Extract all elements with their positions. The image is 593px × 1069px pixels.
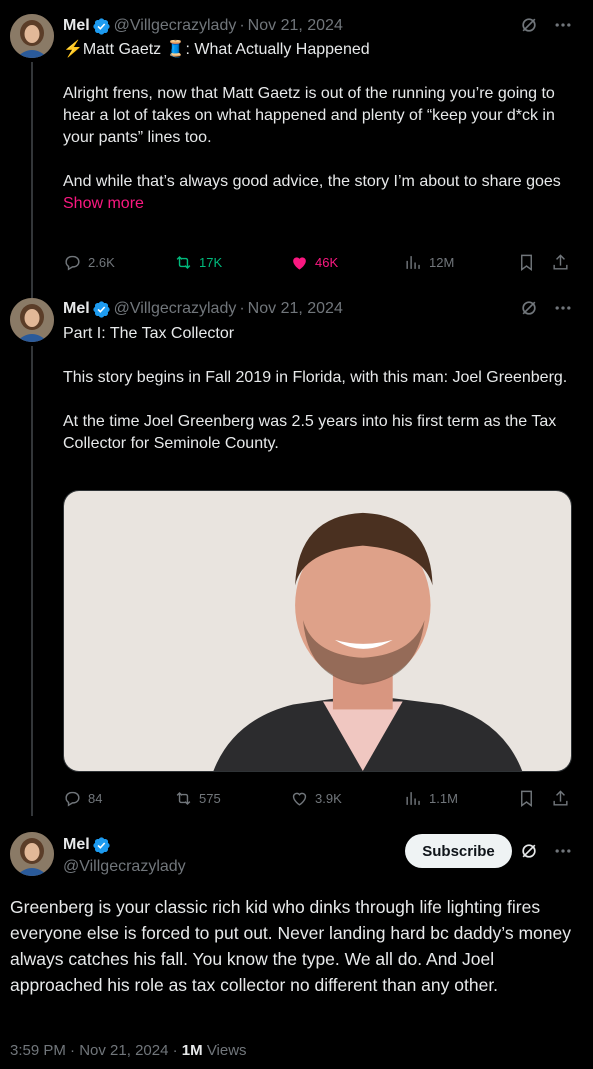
repost-icon bbox=[176, 791, 191, 805]
bookmark-icon bbox=[521, 254, 532, 271]
subscribe-button[interactable]: Subscribe bbox=[405, 834, 512, 868]
avatar[interactable] bbox=[10, 298, 54, 342]
reply-button[interactable]: 2.6K bbox=[63, 251, 115, 273]
tweet-text: Part I: The Tax Collector This story beg… bbox=[63, 323, 568, 455]
more-icon[interactable] bbox=[553, 841, 573, 861]
bookmark-button[interactable] bbox=[517, 251, 536, 273]
tweet-actions: 2.6K 17K 46K 12M bbox=[63, 251, 573, 273]
tweet-date[interactable]: Nov 21, 2024 bbox=[248, 300, 343, 318]
tweet-header: Mel @Villgecrazylady · Nov 21, 2024 bbox=[63, 298, 343, 320]
tweet-time[interactable]: 3:59 PM bbox=[10, 1042, 66, 1059]
tweet-actions: 84 575 3.9K 1.1M bbox=[63, 787, 573, 809]
share-button[interactable] bbox=[551, 251, 570, 273]
repost-button[interactable]: 575 bbox=[174, 787, 221, 809]
more-icon[interactable] bbox=[553, 15, 573, 35]
separator: · bbox=[239, 17, 245, 34]
tweet-top-icons bbox=[519, 298, 573, 318]
views-button[interactable]: 1.1M bbox=[404, 787, 458, 809]
tweet-header: Mel @Villgecrazylady · Nov 21, 2024 bbox=[63, 15, 343, 37]
repost-icon bbox=[176, 255, 191, 269]
like-button[interactable]: 3.9K bbox=[290, 787, 342, 809]
views-button[interactable]: 12M bbox=[404, 251, 454, 273]
main-tweet-text: Greenberg is your classic rich kid who d… bbox=[10, 897, 571, 995]
grok-icon[interactable] bbox=[519, 841, 539, 861]
tweet-date[interactable]: Nov 21, 2024 bbox=[79, 1042, 168, 1059]
tweet-paragraph: Alright frens, now that Matt Gaetz is ou… bbox=[63, 85, 555, 146]
reply-count: 2.6K bbox=[88, 254, 115, 270]
reply-icon bbox=[65, 255, 80, 270]
bookmark-button[interactable] bbox=[517, 787, 536, 809]
like-count: 46K bbox=[315, 254, 339, 270]
tweet-title: ⚡Matt Gaetz 🧵: What Actually Happened bbox=[63, 41, 370, 58]
views-count: 12M bbox=[429, 254, 455, 270]
verified-badge-icon bbox=[93, 300, 110, 318]
reply-count: 84 bbox=[88, 790, 103, 806]
share-icon bbox=[553, 253, 568, 270]
author-handle[interactable]: @Villgecrazylady bbox=[114, 17, 237, 35]
like-button[interactable]: 46K bbox=[290, 251, 338, 273]
repost-button[interactable]: 17K bbox=[174, 251, 222, 273]
thread-line bbox=[31, 62, 33, 298]
reply-icon bbox=[65, 791, 80, 806]
like-icon bbox=[293, 256, 306, 270]
tweet-paragraph: And while that’s always good advice, the… bbox=[63, 173, 561, 190]
avatar[interactable] bbox=[10, 14, 54, 58]
main-tweet-top-icons bbox=[519, 841, 573, 861]
views-icon bbox=[406, 791, 420, 805]
views-count: 1M bbox=[181, 1042, 203, 1059]
more-icon[interactable] bbox=[553, 298, 573, 318]
author-name[interactable]: Mel bbox=[63, 300, 90, 318]
views-icon bbox=[406, 255, 420, 269]
tweet-paragraph: At the time Joel Greenberg was 2.5 years… bbox=[63, 413, 557, 452]
verified-badge-icon bbox=[93, 836, 110, 854]
separator: · bbox=[172, 1042, 178, 1059]
separator: · bbox=[239, 300, 245, 317]
share-icon bbox=[553, 789, 568, 806]
author-handle[interactable]: @Villgecrazylady bbox=[63, 856, 186, 878]
separator: · bbox=[70, 1042, 76, 1059]
tweet-top-icons bbox=[519, 15, 573, 35]
like-icon bbox=[292, 792, 307, 806]
views-label: Views bbox=[206, 1042, 247, 1059]
grok-icon[interactable] bbox=[519, 298, 539, 318]
verified-badge-icon bbox=[93, 17, 110, 35]
author-name[interactable]: Mel bbox=[63, 17, 90, 35]
share-button[interactable] bbox=[551, 787, 570, 809]
tweet-paragraph: This story begins in Fall 2019 in Florid… bbox=[63, 369, 568, 386]
author-handle[interactable]: @Villgecrazylady bbox=[114, 300, 237, 318]
bookmark-icon bbox=[521, 790, 532, 807]
repost-count: 17K bbox=[199, 254, 223, 270]
tweet-text: ⚡Matt Gaetz 🧵: What Actually Happened Al… bbox=[63, 39, 568, 215]
views-count: 1.1M bbox=[429, 790, 458, 806]
repost-count: 575 bbox=[199, 790, 221, 806]
tweet-photo[interactable] bbox=[63, 490, 572, 772]
author-name[interactable]: Mel bbox=[63, 834, 90, 856]
reply-button[interactable]: 84 bbox=[63, 787, 102, 809]
avatar[interactable] bbox=[10, 832, 54, 876]
tweet-title: Part I: The Tax Collector bbox=[63, 325, 235, 342]
like-count: 3.9K bbox=[315, 790, 342, 806]
tweet-meta: 3:59 PM · Nov 21, 2024 · 1M Views bbox=[10, 1042, 247, 1059]
grok-icon[interactable] bbox=[519, 15, 539, 35]
thread-line bbox=[31, 346, 33, 816]
main-tweet-author: Mel @Villgecrazylady bbox=[63, 834, 186, 878]
show-more-link[interactable]: Show more bbox=[63, 193, 568, 215]
tweet-date[interactable]: Nov 21, 2024 bbox=[248, 17, 343, 35]
